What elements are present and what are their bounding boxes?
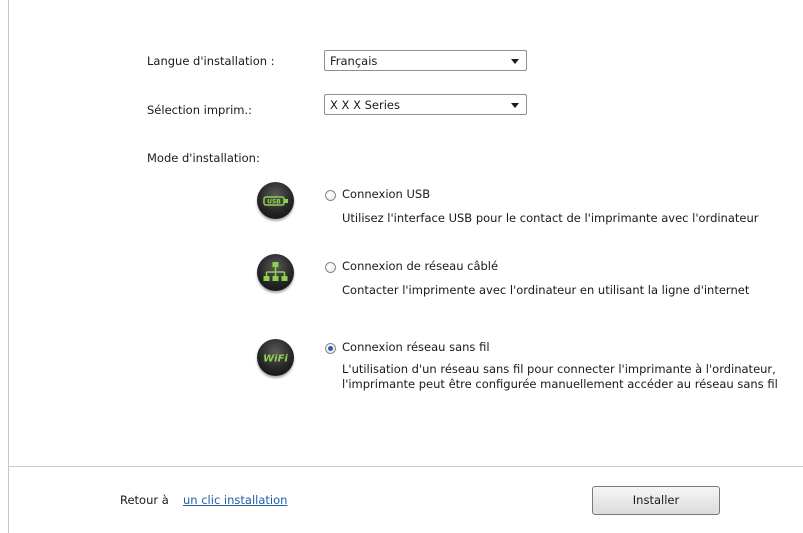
back-prefix: Retour à <box>120 493 169 507</box>
installer-window: Langue d'installation : Français Sélecti… <box>0 0 803 533</box>
radio-wireless[interactable] <box>325 343 336 354</box>
printer-label: Sélection imprim.: <box>147 103 253 117</box>
language-dropdown[interactable]: Français <box>324 50 527 71</box>
mode-label: Mode d'installation: <box>147 151 260 165</box>
language-dropdown-value: Français <box>330 54 378 68</box>
chevron-down-icon <box>511 103 519 108</box>
option-usb-title: Connexion USB <box>342 187 431 201</box>
radio-wired[interactable] <box>325 262 336 273</box>
window-left-border <box>8 0 9 533</box>
option-wired-title: Connexion de réseau câblé <box>342 259 499 273</box>
language-label: Langue d'installation : <box>147 54 275 68</box>
option-wireless-description-line2: l'imprimante peut être configurée manuel… <box>342 377 778 391</box>
radio-usb[interactable] <box>325 190 336 201</box>
wifi-icon-label: WiFi <box>263 354 288 365</box>
usb-icon-label: USB <box>267 199 281 206</box>
printer-dropdown-value: X X X Series <box>330 98 400 112</box>
footer-divider <box>8 466 803 467</box>
back-to-one-click-link[interactable]: un clic installation <box>183 493 287 507</box>
usb-icon: USB <box>257 182 294 219</box>
chevron-down-icon <box>511 59 519 64</box>
wifi-icon: WiFi <box>257 339 294 376</box>
printer-dropdown[interactable]: X X X Series <box>324 94 527 115</box>
install-button[interactable]: Installer <box>592 486 720 515</box>
option-wired-description: Contacter l'imprimente avec l'ordinateur… <box>342 283 750 297</box>
option-wireless-title: Connexion réseau sans fil <box>342 340 490 354</box>
option-usb-description: Utilisez l'interface USB pour le contact… <box>342 211 759 225</box>
option-wireless-description-line1: L'utilisation d'un réseau sans fil pour … <box>342 362 776 376</box>
wired-network-icon <box>257 254 294 291</box>
